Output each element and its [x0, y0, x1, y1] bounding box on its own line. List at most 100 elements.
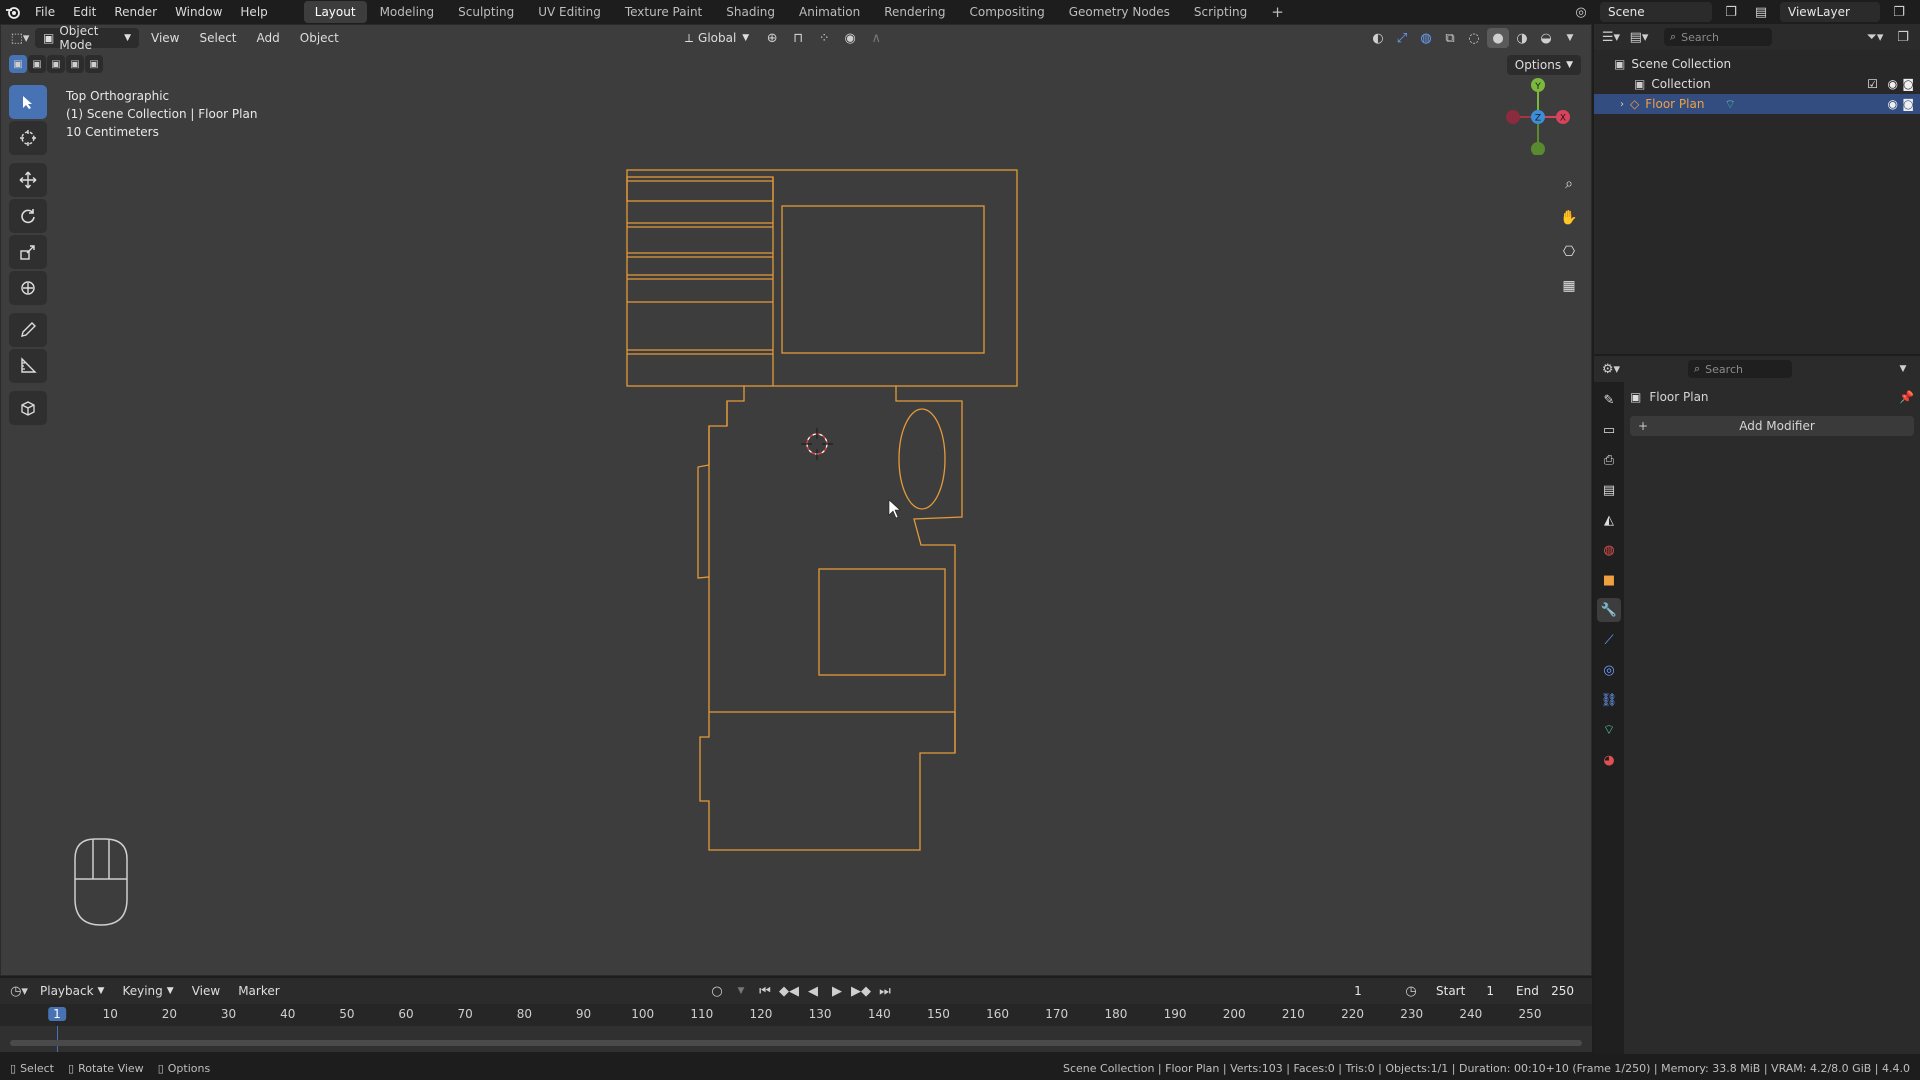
play-reverse-icon[interactable]: ◀: [802, 981, 824, 1001]
add-modifier-button[interactable]: + Add Modifier: [1630, 416, 1914, 436]
add-workspace-icon[interactable]: +: [1260, 1, 1295, 23]
menu-keying[interactable]: Keying ▼: [114, 981, 181, 1001]
select-intersect-icon[interactable]: ▣: [85, 55, 103, 73]
current-frame-field[interactable]: 1: [1322, 981, 1394, 1001]
tab-geometry-nodes[interactable]: Geometry Nodes: [1058, 1, 1181, 23]
rotate-tool[interactable]: [9, 199, 47, 233]
measure-tool[interactable]: [9, 349, 47, 383]
new-view-layer-icon[interactable]: ❐: [1888, 2, 1910, 22]
tab-layout[interactable]: Layout: [303, 1, 367, 23]
particles-properties-icon[interactable]: ⟋: [1597, 628, 1621, 652]
timeline-track[interactable]: [0, 1026, 1592, 1052]
play-icon[interactable]: ▶: [826, 981, 848, 1001]
next-keyframe-icon[interactable]: ▶◆: [850, 981, 872, 1001]
mode-selector[interactable]: ▣ Object Mode ▼: [35, 24, 139, 52]
data-properties-icon[interactable]: ⌔: [1597, 718, 1621, 742]
properties-search-input[interactable]: ⌕ Search: [1688, 360, 1792, 378]
menu-edit[interactable]: Edit: [64, 0, 105, 24]
annotate-tool[interactable]: [9, 313, 47, 347]
material-shading-icon[interactable]: ◑: [1511, 28, 1533, 48]
physics-properties-icon[interactable]: ◎: [1597, 658, 1621, 682]
move-tool[interactable]: [9, 163, 47, 197]
current-frame-marker[interactable]: 1: [48, 1007, 66, 1021]
camera-view-icon[interactable]: ⎔: [1555, 239, 1583, 265]
world-properties-icon[interactable]: ◍: [1597, 538, 1621, 562]
overlay-icon[interactable]: ◍: [1415, 28, 1437, 48]
view-layer-properties-icon[interactable]: ▤: [1597, 478, 1621, 502]
xray-icon[interactable]: ⧉: [1439, 28, 1461, 48]
menu-timeline-view[interactable]: View: [184, 981, 228, 1001]
select-extend-icon[interactable]: ▣: [28, 55, 46, 73]
eye-icon[interactable]: ◉: [1888, 97, 1898, 111]
menu-file[interactable]: File: [26, 0, 64, 24]
modifier-properties-icon[interactable]: 🔧: [1597, 598, 1621, 622]
blender-logo-icon[interactable]: [0, 5, 26, 19]
menu-object[interactable]: Object: [292, 28, 347, 48]
outliner-search-input[interactable]: ⌕ Search: [1664, 28, 1772, 46]
tab-modeling[interactable]: Modeling: [369, 1, 446, 23]
tab-shading[interactable]: Shading: [715, 1, 786, 23]
visibility-icon[interactable]: ◐: [1367, 28, 1389, 48]
snap-icon[interactable]: ⊓: [787, 28, 809, 48]
view-layer-selector[interactable]: ViewLayer: [1780, 2, 1880, 22]
scene-selector[interactable]: Scene: [1600, 2, 1712, 22]
rendered-shading-icon[interactable]: ◒: [1535, 28, 1557, 48]
tab-rendering[interactable]: Rendering: [873, 1, 956, 23]
chevron-right-icon[interactable]: ›: [1620, 99, 1624, 110]
3d-viewport[interactable]: ⬚▾ ▣ Object Mode ▼ View Select Add Objec…: [0, 24, 1592, 976]
checkbox-icon[interactable]: ☑: [1867, 77, 1878, 91]
camera-icon[interactable]: ◙: [1902, 77, 1914, 91]
solid-shading-icon[interactable]: ●: [1487, 28, 1509, 48]
display-mode-icon[interactable]: ▤▾: [1628, 27, 1650, 47]
filter-icon[interactable]: ⏷▾: [1864, 27, 1886, 47]
select-new-icon[interactable]: ▣: [9, 55, 27, 73]
outliner-item-floor-plan[interactable]: › ◇ Floor Plan ⌔ ◉ ◙: [1594, 94, 1920, 114]
outliner-item-collection[interactable]: ▣ Collection ☑ ◉ ◙: [1594, 74, 1920, 94]
menu-add[interactable]: Add: [249, 28, 288, 48]
floor-plan-wireframe[interactable]: [1, 25, 1593, 977]
scale-tool[interactable]: [9, 235, 47, 269]
frame-ruler[interactable]: 1 10 20 30 40 50 60 70 80 90 100 110 120 130 140 150 160…: [0, 1004, 1592, 1026]
select-subtract-icon[interactable]: ▣: [47, 55, 65, 73]
view-layer-icon[interactable]: ▤: [1750, 2, 1772, 22]
new-collection-icon[interactable]: ❐: [1892, 27, 1914, 47]
eye-icon[interactable]: ◉: [1888, 77, 1898, 91]
start-frame-field[interactable]: Start 1: [1428, 981, 1502, 1001]
record-keyframe-icon[interactable]: ○: [706, 981, 728, 1001]
editor-type-icon[interactable]: ⬚▾: [9, 28, 31, 48]
menu-window[interactable]: Window: [166, 0, 231, 24]
shading-options-icon[interactable]: ▼: [1559, 28, 1581, 48]
navigation-gizmo[interactable]: Y X Z: [1493, 65, 1583, 155]
outliner-editor-type-icon[interactable]: ☰▾: [1600, 27, 1622, 47]
camera-icon[interactable]: ◙: [1902, 97, 1914, 111]
pin-icon[interactable]: 📌: [1899, 390, 1914, 404]
scene-icon[interactable]: ◎: [1570, 2, 1592, 22]
preview-range-icon[interactable]: ◷: [1400, 981, 1422, 1001]
jump-start-icon[interactable]: ⏮: [754, 981, 776, 1001]
tab-uv-editing[interactable]: UV Editing: [527, 1, 612, 23]
gizmo-icon[interactable]: ⤢: [1391, 28, 1413, 48]
menu-view[interactable]: View: [143, 28, 187, 48]
timeline-scrollbar[interactable]: [10, 1040, 1582, 1046]
keying-options-icon[interactable]: ▼: [730, 981, 752, 1001]
transform-tool[interactable]: [9, 271, 47, 305]
tab-animation[interactable]: Animation: [788, 1, 871, 23]
tool-properties-icon[interactable]: ✎: [1597, 388, 1621, 412]
material-properties-icon[interactable]: ◕: [1597, 748, 1621, 772]
tab-compositing[interactable]: Compositing: [958, 1, 1055, 23]
scene-properties-icon[interactable]: ◭: [1597, 508, 1621, 532]
end-frame-field[interactable]: End 250: [1508, 981, 1582, 1001]
output-properties-icon[interactable]: ⎙: [1597, 448, 1621, 472]
tab-sculpting[interactable]: Sculpting: [447, 1, 525, 23]
tab-scripting[interactable]: Scripting: [1183, 1, 1258, 23]
falloff-icon[interactable]: ∧: [865, 28, 887, 48]
timeline-editor-type-icon[interactable]: ◷▾: [8, 981, 30, 1001]
constraints-properties-icon[interactable]: ⛓: [1597, 688, 1621, 712]
render-properties-icon[interactable]: ▭: [1597, 418, 1621, 442]
zoom-icon[interactable]: ⌕: [1555, 171, 1583, 197]
pivot-point-icon[interactable]: ⊕: [761, 28, 783, 48]
chevron-down-icon[interactable]: ▼: [1892, 359, 1914, 379]
tab-texture-paint[interactable]: Texture Paint: [614, 1, 713, 23]
new-scene-icon[interactable]: ❐: [1720, 2, 1742, 22]
add-cube-tool[interactable]: [9, 391, 47, 425]
